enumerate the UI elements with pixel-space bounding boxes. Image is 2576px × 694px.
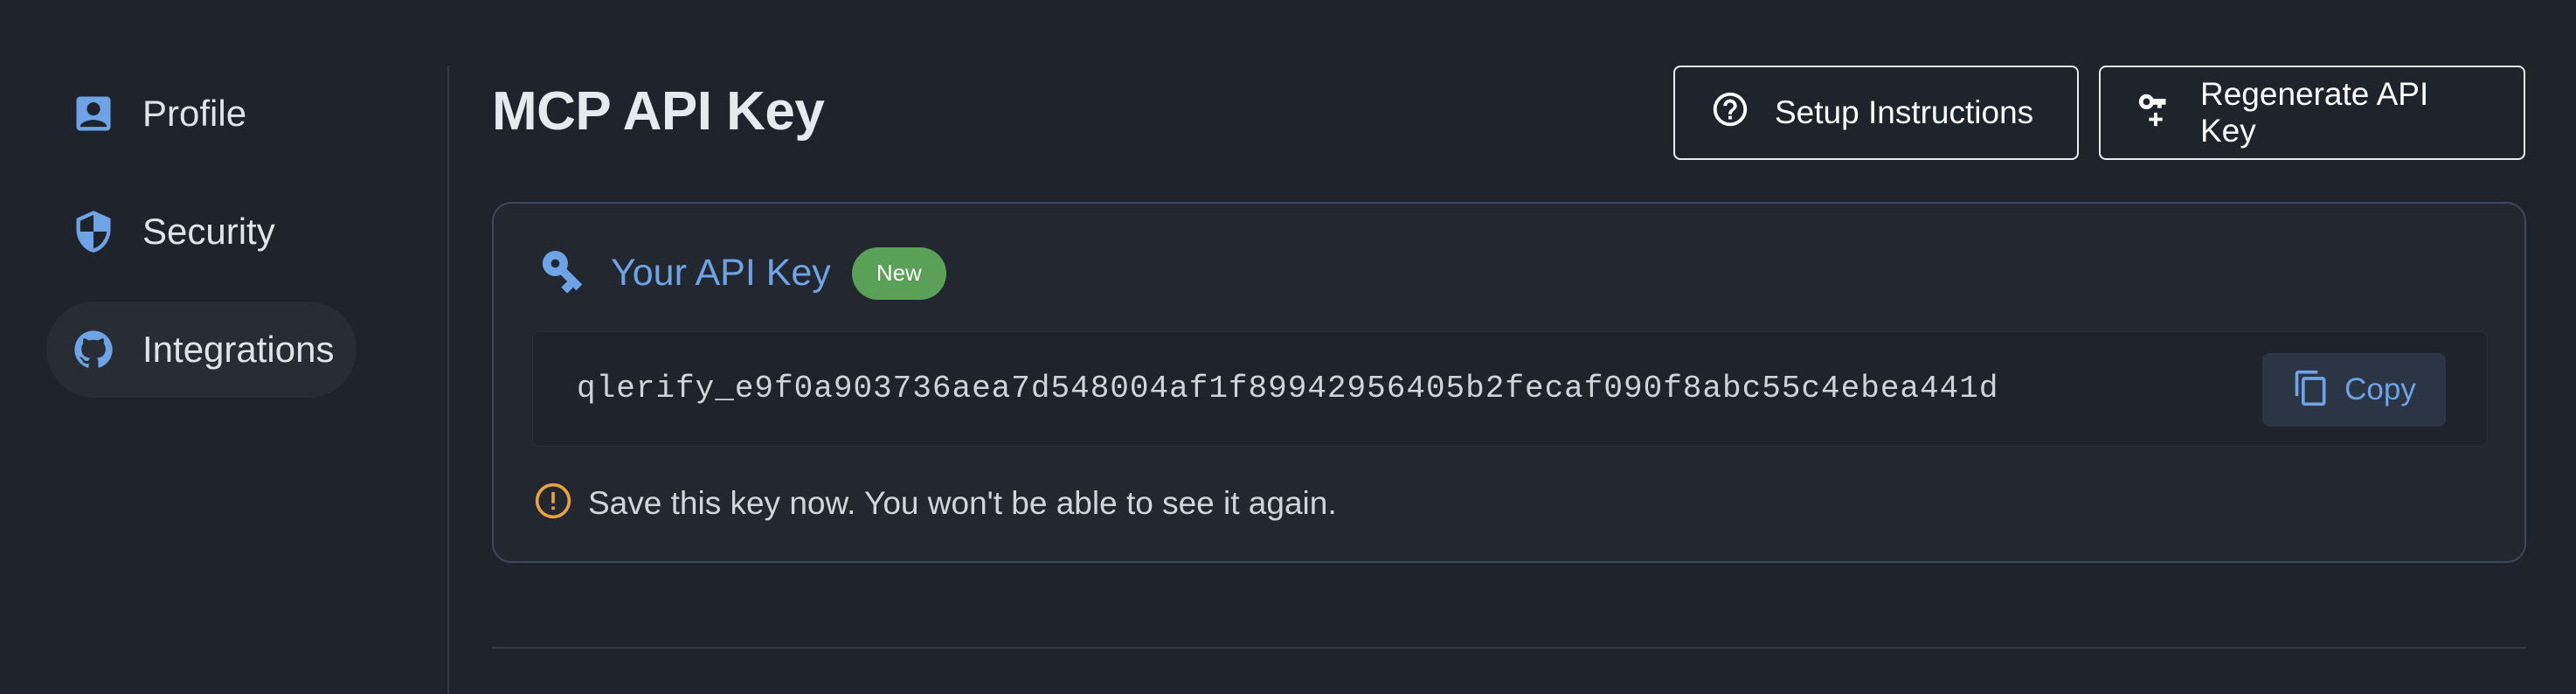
section-divider xyxy=(492,647,2526,649)
account-box-icon xyxy=(71,91,116,136)
regenerate-api-key-button[interactable]: Regenerate API Key xyxy=(2099,66,2525,160)
sidebar-divider xyxy=(447,66,449,694)
sidebar-item-security[interactable]: Security xyxy=(46,184,357,280)
help-circle-icon xyxy=(1710,89,1775,137)
sidebar-item-profile[interactable]: Profile xyxy=(46,66,357,162)
save-key-warning: Save this key now. You won't be able to … xyxy=(534,482,1337,524)
shield-icon xyxy=(71,209,116,254)
sidebar-item-integrations[interactable]: Integrations xyxy=(46,302,357,398)
alert-circle-icon xyxy=(534,482,572,524)
new-badge: New xyxy=(851,246,946,300)
api-key-field: qlerify_e9f0a903736aea7d548004af1f899429… xyxy=(532,331,2488,447)
api-key-value[interactable]: qlerify_e9f0a903736aea7d548004af1f899429… xyxy=(577,371,1998,406)
sidebar-item-label: Integrations xyxy=(142,329,335,370)
settings-page: Profile Security Integrations MCP API Ke… xyxy=(0,0,2576,694)
copy-label: Copy xyxy=(2344,372,2416,406)
setup-instructions-button[interactable]: Setup Instructions xyxy=(1673,66,2079,160)
sidebar-item-label: Security xyxy=(142,211,275,252)
github-icon xyxy=(71,327,116,372)
regenerate-api-key-label: Regenerate API Key xyxy=(2200,76,2429,149)
card-header: Your API Key New xyxy=(537,246,946,301)
setup-instructions-label: Setup Instructions xyxy=(1775,94,2034,130)
card-title: Your API Key xyxy=(611,252,831,294)
copy-button[interactable]: Copy xyxy=(2262,353,2446,427)
sidebar: Profile Security Integrations xyxy=(0,0,447,694)
api-key-card: Your API Key New qlerify_e9f0a903736aea7… xyxy=(492,202,2526,563)
sidebar-item-label: Profile xyxy=(142,93,247,134)
warning-text: Save this key now. You won't be able to … xyxy=(588,484,1337,521)
key-icon xyxy=(537,246,588,301)
copy-icon xyxy=(2292,369,2344,412)
key-plus-icon xyxy=(2136,89,2200,137)
page-title: MCP API Key xyxy=(492,81,825,142)
